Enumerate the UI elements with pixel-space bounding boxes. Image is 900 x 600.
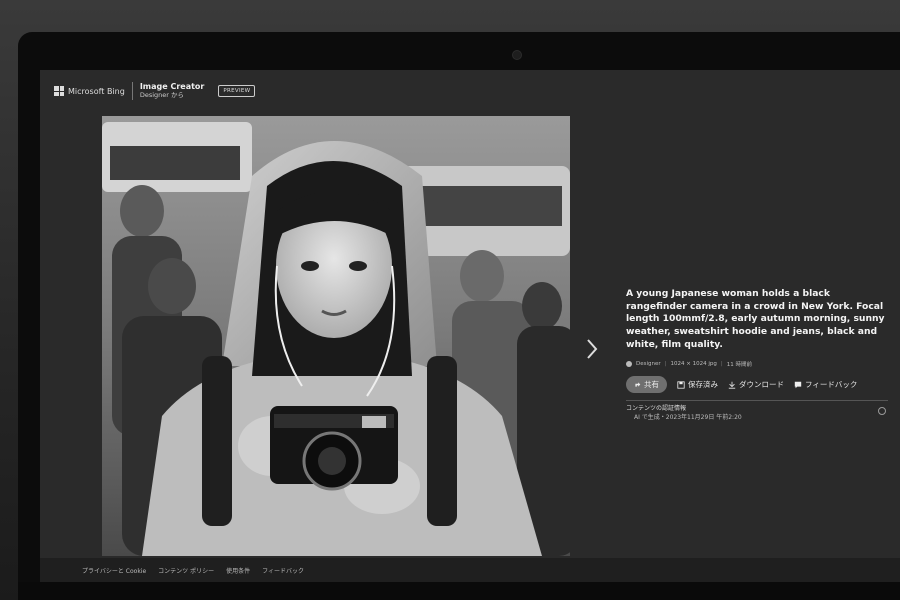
credential-detail: AI で生成・2023年11月29日 午前2:20: [634, 413, 742, 421]
feedback-label: フィードバック: [805, 380, 858, 390]
feedback-button[interactable]: フィードバック: [794, 379, 857, 390]
meta-age: 11 時間前: [726, 362, 752, 369]
action-bar: 共有 保存済み ダウンロード フィードバック: [626, 376, 888, 394]
chevron-right-icon: [587, 339, 598, 359]
generated-image[interactable]: [102, 116, 570, 556]
share-label: 共有: [644, 380, 659, 390]
save-button[interactable]: 保存済み: [677, 379, 718, 390]
credential-title: コンテンツの認証情報: [626, 405, 687, 413]
footer-link-feedback[interactable]: フィードバック: [262, 566, 304, 575]
brand-name[interactable]: Microsoft Bing: [68, 87, 125, 96]
credential-text: コンテンツの認証情報 AI で生成・2023年11月29日 午前2:20: [626, 405, 742, 421]
prompt-text: A young Japanese woman holds a black ran…: [626, 288, 885, 350]
info-icon[interactable]: [878, 407, 886, 416]
image-meta: Designer | 1024 × 1024 jpg | 11 時間前: [626, 360, 888, 368]
monitor-bottom-bezel: [18, 582, 900, 600]
app-subtitle: Designer から: [139, 90, 184, 99]
meta-separator: |: [720, 361, 723, 368]
footer-link-privacy[interactable]: プライバシーと Cookie: [82, 566, 146, 575]
footer-link-terms[interactable]: 使用条件: [226, 566, 250, 575]
save-label: 保存済み: [688, 380, 718, 390]
divider: [626, 400, 888, 402]
share-button[interactable]: 共有: [626, 376, 667, 394]
app-title-block[interactable]: Image Creator Designer から: [139, 82, 205, 99]
meta-separator: |: [664, 361, 667, 368]
meta-source: Designer: [636, 361, 661, 368]
download-button[interactable]: ダウンロード: [728, 379, 784, 390]
microsoft-logo-icon: [54, 86, 64, 96]
download-icon: [728, 381, 736, 389]
download-label: ダウンロード: [739, 380, 784, 390]
meta-size: 1024 × 1024 jpg: [670, 361, 717, 368]
footer: プライバシーと Cookie コンテンツ ポリシー 使用条件 フィードバック: [40, 558, 900, 582]
save-icon: [677, 381, 685, 389]
feedback-icon: [794, 381, 802, 389]
browser-screen: Microsoft Bing Image Creator Designer から…: [40, 70, 900, 582]
details-panel: A young Japanese woman holds a black ran…: [626, 288, 888, 422]
generated-photo-illustration: [102, 116, 570, 556]
footer-link-content-policy[interactable]: コンテンツ ポリシー: [158, 566, 214, 575]
next-image-button[interactable]: [580, 335, 604, 363]
header-bar: Microsoft Bing Image Creator Designer から…: [40, 70, 900, 112]
preview-badge: PREVIEW: [218, 85, 256, 97]
content-credential[interactable]: コンテンツの認証情報 AI で生成・2023年11月29日 午前2:20: [626, 405, 888, 421]
share-icon: [635, 382, 641, 388]
webcam-icon: [512, 50, 522, 60]
header-divider: [131, 82, 133, 100]
designer-icon: [626, 361, 632, 368]
